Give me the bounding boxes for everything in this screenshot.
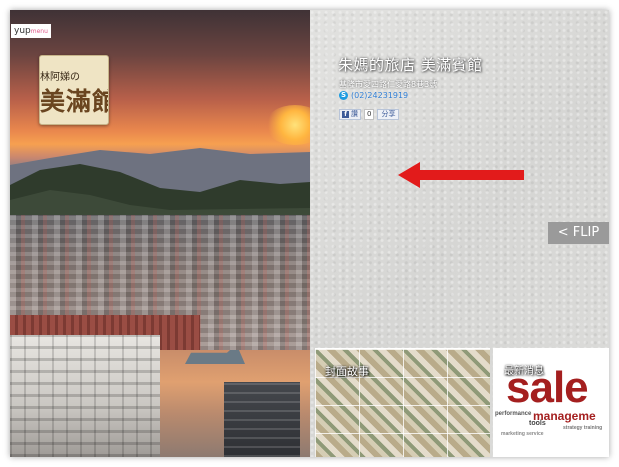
share-button[interactable]: 分享 — [377, 108, 400, 120]
facebook-like-button[interactable]: f 讚 — [339, 108, 361, 120]
yup-logo[interactable]: yupmenu — [11, 24, 51, 38]
cover-photo: yupmenu 林阿娣の 美滿館 — [10, 10, 310, 457]
business-logo-line1: 林阿娣の — [40, 72, 80, 83]
word-cloud-word: tools — [529, 420, 546, 427]
flip-button[interactable]: < FLIP — [548, 222, 609, 244]
arrow-left-icon — [398, 162, 524, 188]
foreground-buildings-right — [224, 382, 300, 457]
like-label: 讚 — [351, 110, 358, 118]
phone-number[interactable]: (02)24231919 — [351, 91, 408, 100]
flipbook-page-spread: yupmenu 林阿娣の 美滿館 朱媽的旅店 美滿賓館 基隆市愛四路仁愛路8巷3… — [10, 10, 609, 457]
thumbnail-cover-story[interactable]: 封面故事 — [315, 348, 490, 457]
skype-icon: S — [339, 91, 348, 100]
info-page: 朱媽的旅店 美滿賓館 基隆市愛四路仁愛路8巷3號 S (02)24231919 … — [310, 10, 609, 457]
foreground-buildings-left — [10, 335, 160, 457]
sunset-sun — [265, 105, 310, 145]
phone-row[interactable]: S (02)24231919 — [339, 90, 408, 101]
business-logo: 林阿娣の 美滿館 — [39, 55, 109, 125]
word-cloud-word: strategy training — [563, 425, 603, 431]
business-address: 基隆市愛四路仁愛路8巷3號 — [339, 80, 438, 89]
facebook-icon: f — [342, 110, 349, 118]
yup-logo-text: yup — [14, 26, 31, 36]
thumbnail-label-cover-story: 封面故事 — [325, 365, 369, 378]
like-count: 0 — [364, 108, 375, 120]
business-title: 朱媽的旅店 美滿賓館 — [338, 56, 483, 74]
business-logo-line2: 美滿館 — [40, 87, 108, 116]
social-row: f 讚 0 分享 — [339, 108, 400, 120]
word-cloud-word: performance — [495, 411, 532, 417]
thumbnail-latest-news[interactable]: 最新消息 sale performance manageme tools str… — [493, 348, 609, 457]
yup-logo-sub: menu — [30, 28, 48, 35]
thumbnail-label-latest-news: 最新消息 — [504, 366, 544, 377]
word-cloud-word: marketing service — [501, 431, 544, 437]
